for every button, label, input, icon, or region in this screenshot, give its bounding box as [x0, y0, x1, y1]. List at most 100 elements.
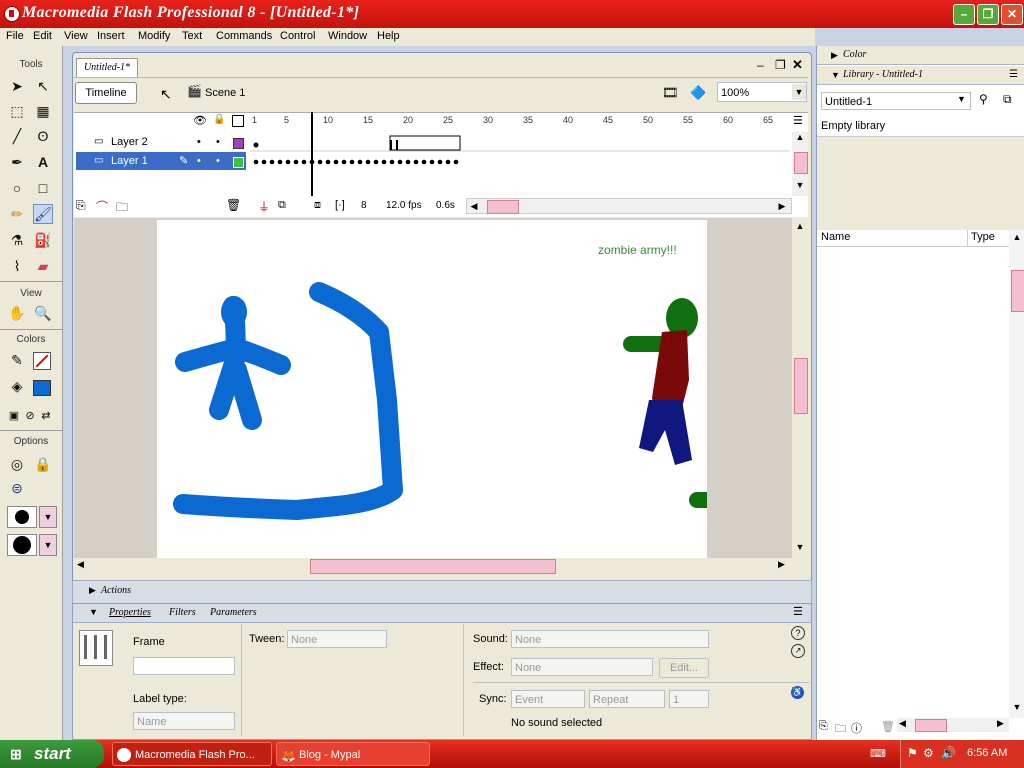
insert-folder-icon[interactable]: 🗀 [116, 198, 128, 219]
brush-size-select[interactable] [7, 506, 37, 528]
close-button[interactable]: ✕ [1001, 4, 1023, 25]
free-transform-tool-icon[interactable]: ⬚ [7, 101, 27, 121]
library-panel-header[interactable]: ▼ Library - Untitled-1 ☰ [817, 66, 1024, 85]
text-tool-icon[interactable]: A [33, 152, 53, 172]
timeline-frames[interactable] [250, 132, 790, 170]
scroll-right-icon[interactable]: ▶ [778, 559, 785, 570]
insert-layer-icon[interactable]: ⎘ [76, 198, 86, 213]
panel-options-icon[interactable]: ☰ [1009, 66, 1018, 84]
restore-button[interactable]: ❐ [977, 4, 999, 25]
zoom-tool-icon[interactable]: 🔍 [33, 303, 53, 323]
object-drawing-icon[interactable]: ◎ [7, 454, 27, 474]
scroll-left-icon[interactable]: ◀ [77, 559, 84, 570]
onion-skin-icon[interactable]: ⧉ [278, 199, 286, 212]
scroll-left-icon[interactable]: ◀ [467, 199, 481, 213]
scroll-up-icon[interactable]: ▲ [792, 132, 808, 142]
frame-label-input[interactable] [133, 657, 235, 675]
scroll-thumb[interactable] [915, 719, 947, 732]
modify-onion-markers-icon[interactable]: [·] [335, 199, 345, 211]
add-motion-guide-icon[interactable]: ⌒ [96, 198, 108, 215]
start-button[interactable]: ⊞ start [0, 740, 104, 768]
menu-control[interactable]: Control [280, 30, 315, 42]
subselect-tool-icon[interactable]: ↖ [33, 76, 53, 96]
stage-hscrollbar[interactable]: ◀ ▶ [74, 558, 792, 574]
scroll-thumb[interactable] [310, 559, 556, 574]
doc-restore-icon[interactable]: ❐ [775, 58, 786, 72]
layer-row-layer-1[interactable]: ▭ Layer 1 ✎ • • [76, 152, 246, 170]
tray-icon-2[interactable]: ⚙ [923, 746, 934, 760]
scroll-thumb[interactable] [794, 358, 808, 414]
ink-bottle-tool-icon[interactable]: ⚗ [7, 230, 27, 250]
tray-icon-1[interactable]: ⚑ [907, 746, 918, 760]
scroll-up-icon[interactable]: ▲ [792, 221, 808, 231]
menu-text[interactable]: Text [182, 30, 202, 42]
column-type[interactable]: Type [971, 231, 995, 243]
keyboard-icon[interactable]: ⌨ [870, 747, 886, 760]
effect-select[interactable]: None [511, 658, 653, 676]
stage-vscrollbar[interactable]: ▲ ▼ [792, 218, 808, 558]
column-name[interactable]: Name [821, 231, 850, 243]
outline-layers-icon[interactable] [232, 115, 244, 127]
delete-item-icon[interactable]: 🗑 [881, 720, 895, 733]
rectangle-tool-icon[interactable]: □ [33, 178, 53, 198]
scroll-thumb[interactable] [487, 200, 519, 214]
library-select-dropdown-icon[interactable]: ▼ [957, 94, 966, 104]
sound-select[interactable]: None [511, 630, 709, 648]
minimize-button[interactable]: – [953, 4, 975, 25]
layer-visible-dot[interactable]: • [197, 152, 201, 170]
stroke-color-icon[interactable]: ✎ [7, 350, 27, 370]
scroll-down-icon[interactable]: ▼ [792, 180, 808, 190]
timeline-ruler[interactable]: 1 5 10 15 20 25 30 35 40 45 50 55 60 65 [250, 112, 790, 132]
edit-symbols-icon[interactable]: 🔷 [690, 85, 706, 101]
document-tab[interactable]: Untitled-1* [76, 58, 138, 77]
properties-icon[interactable]: ⓘ [851, 720, 862, 736]
show-hide-layers-icon[interactable]: 👁 [193, 114, 207, 127]
stage-text-zombie-army[interactable]: zombie army!!! [598, 243, 677, 257]
actions-panel-header[interactable]: ▶ Actions [72, 580, 812, 604]
hand-tool-icon[interactable]: ✋ [7, 303, 27, 323]
lasso-tool-icon[interactable]: ʘ [33, 126, 53, 146]
repeat-count-input[interactable]: 1 [669, 690, 709, 708]
brush-size-dropdown-icon[interactable]: ▼ [39, 506, 57, 528]
stage[interactable]: zombie army!!! [157, 220, 733, 558]
layer-row-layer-2[interactable]: ▭ Layer 2 • • [76, 133, 246, 151]
timeline-vscrollbar[interactable]: ▲ ▼ [792, 132, 808, 196]
timeline-hscrollbar[interactable]: ◀ ▶ [466, 198, 792, 214]
label-type-select[interactable]: Name [133, 712, 235, 730]
fill-color-swatch[interactable] [33, 380, 51, 396]
flash-app-icon[interactable] [4, 6, 20, 22]
repeat-select[interactable]: Repeat [589, 690, 665, 708]
lock-layers-icon[interactable]: 🔒 [213, 114, 225, 125]
menu-window[interactable]: Window [328, 30, 367, 42]
taskbar-item-browser[interactable]: 🦊 Blog - Mypal [276, 742, 430, 766]
menu-view[interactable]: View [64, 30, 88, 42]
scroll-right-icon[interactable]: ▶ [997, 718, 1004, 729]
sync-select[interactable]: Event [511, 690, 585, 708]
edit-multiple-frames-icon[interactable]: ⧈ [314, 199, 321, 212]
playhead[interactable] [311, 112, 313, 196]
panel-options-icon[interactable]: ☰ [793, 605, 803, 618]
help-icon[interactable]: ? [791, 626, 805, 640]
doc-minimize-icon[interactable]: – [757, 58, 764, 72]
menu-file[interactable]: File [6, 30, 24, 42]
tween-select[interactable]: None [287, 630, 387, 648]
library-document-select[interactable]: Untitled-1 [821, 92, 971, 110]
layer-outline-swatch[interactable] [233, 138, 244, 149]
center-frame-icon[interactable]: ⏚ [258, 198, 270, 215]
tray-icon-3[interactable]: 🔊 [941, 746, 956, 760]
taskbar-item-flash[interactable]: Macromedia Flash Pro... [112, 742, 272, 766]
accessibility-icon[interactable]: ♿ [791, 686, 804, 699]
oval-tool-icon[interactable]: ○ [7, 178, 27, 198]
scroll-down-icon[interactable]: ▼ [792, 542, 808, 552]
pencil-tool-icon[interactable]: ✏ [7, 204, 27, 224]
brush-shape-select[interactable] [7, 534, 37, 556]
layer-outline-swatch[interactable] [233, 157, 244, 168]
menu-insert[interactable]: Insert [97, 30, 125, 42]
library-vscrollbar[interactable]: ▲ ▼ [1009, 230, 1024, 718]
scroll-thumb[interactable] [1011, 270, 1024, 312]
delete-layer-icon[interactable]: 🗑 [226, 198, 241, 212]
brush-tool-icon[interactable]: 🖌 [33, 204, 53, 224]
layer-visible-dot[interactable]: • [197, 133, 201, 151]
menu-help[interactable]: Help [377, 30, 400, 42]
eraser-tool-icon[interactable]: ▰ [33, 256, 53, 276]
